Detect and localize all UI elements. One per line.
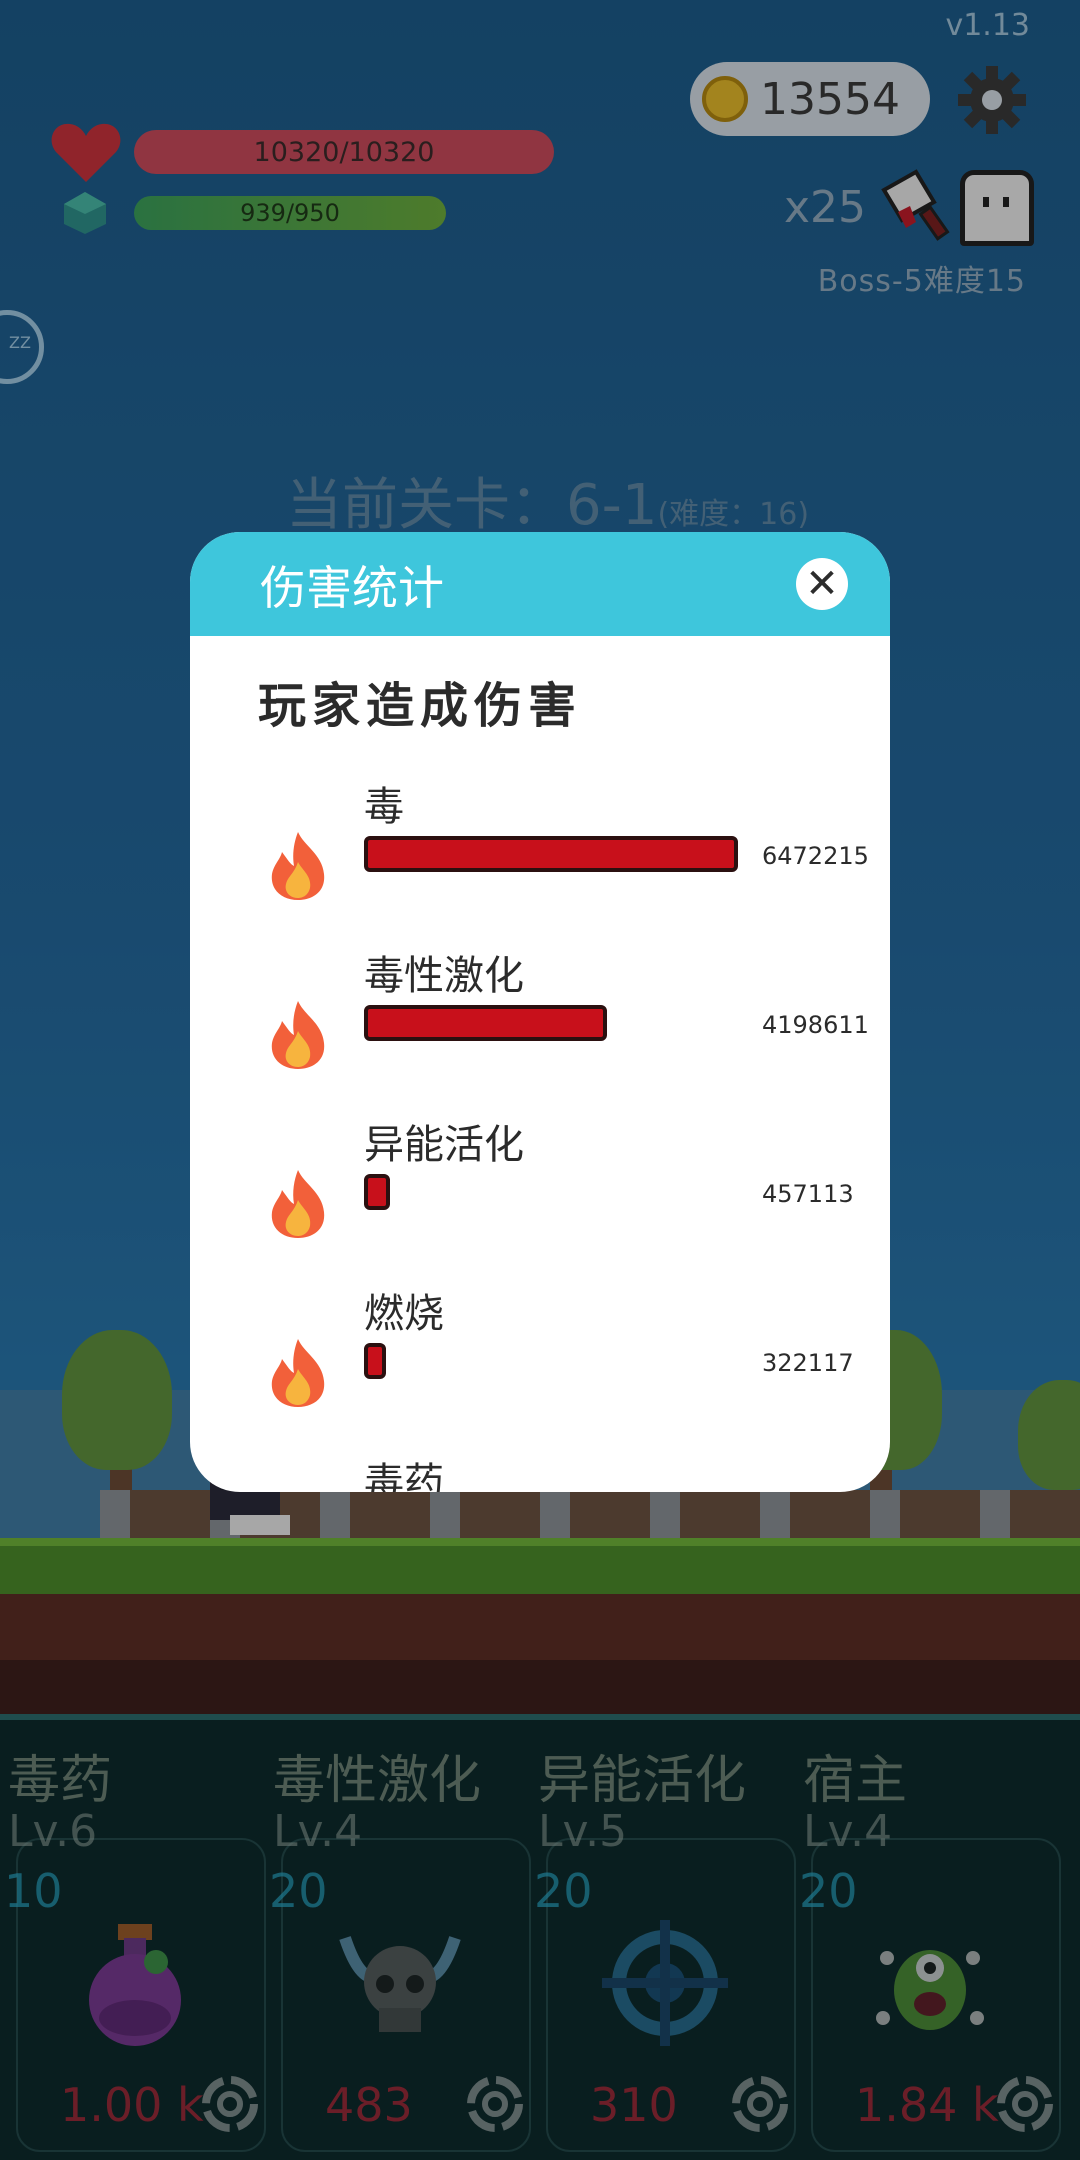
upgrade-price: 310 (590, 2078, 678, 2132)
fire-icon (266, 1337, 330, 1409)
damage-source-name: 毒 (364, 784, 404, 830)
dialog-title: 伤害统计 (260, 561, 444, 615)
dialog-header: 伤害统计 ✕ (190, 532, 890, 636)
fire-icon (266, 830, 330, 902)
upgrade-spin-icon[interactable] (730, 2074, 790, 2134)
mana-gem-icon (62, 190, 108, 236)
close-icon: ✕ (805, 561, 839, 607)
ghost-eye (983, 197, 989, 207)
skill-name: 异能活化 (538, 1751, 747, 1811)
damage-source-name: 毒药 (364, 1460, 444, 1492)
damage-stats-dialog: 伤害统计 ✕ 玩家造成伤害 毒 6472215 毒性激化 4198611 异能活化 457… (190, 532, 890, 1492)
skill-level: Lv.4 (803, 1806, 893, 1857)
mana-bar: 939/950 (134, 196, 446, 230)
damage-value: 6472215 (762, 842, 869, 870)
current-level: 当前关卡：6-1(难度：16) (286, 460, 809, 541)
close-button[interactable]: ✕ (796, 558, 848, 610)
damage-bar (364, 1343, 386, 1379)
level-difficulty: (难度：16) (657, 497, 810, 532)
crosshair-icon (600, 1918, 730, 2048)
skill-name: 宿主 (803, 1751, 908, 1811)
damage-bar (364, 1174, 390, 1210)
side-button-label: ZZ (9, 333, 31, 352)
tree (62, 1330, 172, 1470)
boss-info: Boss-5难度15 (817, 264, 1026, 299)
heart-icon (50, 120, 122, 186)
ghost-eye (1003, 197, 1009, 207)
ghost-boss-icon (960, 170, 1034, 246)
upgrade-price: 1.00 k (60, 2078, 204, 2132)
viking-skull-icon (335, 1918, 465, 2048)
skill-card[interactable]: 异能活化 Lv.5 20 310 (530, 1738, 796, 2158)
damage-row: 燃烧 322117 (190, 1281, 890, 1449)
damage-row: 异能活化 457113 (190, 1112, 890, 1280)
upgrade-price: 1.84 k (855, 2078, 999, 2132)
coin-icon (702, 76, 748, 122)
upgrade-spin-icon[interactable] (465, 2074, 525, 2134)
ground-grass (0, 1538, 1080, 1602)
damage-source-name: 毒性激化 (364, 953, 524, 999)
damage-bar (364, 836, 738, 872)
skill-cost: 20 (799, 1864, 858, 1918)
damage-value: 4198611 (762, 1011, 869, 1039)
green-monster-icon (865, 1918, 995, 2048)
cleaver-icon (876, 168, 952, 244)
potion-icon (70, 1918, 200, 2048)
fire-icon (266, 1168, 330, 1240)
damage-row: 毒药 (190, 1450, 890, 1492)
damage-source-name: 异能活化 (364, 1122, 524, 1168)
skill-card[interactable]: 毒性激化 Lv.4 20 483 (265, 1738, 531, 2158)
version-label: v1.13 (945, 8, 1030, 43)
damage-multiplier: x25 (784, 182, 867, 233)
settings-gear-icon[interactable] (956, 64, 1028, 136)
damage-bar (364, 1005, 607, 1041)
skill-level: Lv.5 (538, 1806, 628, 1857)
upgrade-spin-icon[interactable] (200, 2074, 260, 2134)
coin-value: 13554 (760, 73, 900, 125)
ground-dirt-dark (0, 1660, 1080, 1714)
coin-counter: 13554 (690, 62, 930, 136)
fire-icon (266, 999, 330, 1071)
skill-card[interactable]: 毒药 Lv.6 10 1.00 k (0, 1738, 266, 2158)
health-bar: 10320/10320 (134, 130, 554, 174)
damage-value: 457113 (762, 1180, 854, 1208)
damage-row: 毒性激化 4198611 (190, 943, 890, 1111)
damage-value: 322117 (762, 1349, 854, 1377)
skill-name: 毒性激化 (273, 1751, 482, 1811)
skill-card[interactable]: 宿主 Lv.4 20 1.84 k (795, 1738, 1061, 2158)
dialog-subtitle: 玩家造成伤害 (258, 678, 583, 734)
skill-level: Lv.6 (8, 1806, 98, 1857)
damage-row: 毒 6472215 (190, 774, 890, 942)
tree (1018, 1380, 1080, 1490)
skill-cost: 20 (534, 1864, 593, 1918)
skill-name: 毒药 (8, 1751, 113, 1811)
skill-cost: 20 (269, 1864, 328, 1918)
upgrade-spin-icon[interactable] (995, 2074, 1055, 2134)
level-label: 当前关卡：6-1 (286, 473, 658, 538)
upgrade-price: 483 (325, 2078, 413, 2132)
skill-level: Lv.4 (273, 1806, 363, 1857)
skill-cost: 10 (4, 1864, 63, 1918)
damage-source-name: 燃烧 (364, 1291, 444, 1337)
